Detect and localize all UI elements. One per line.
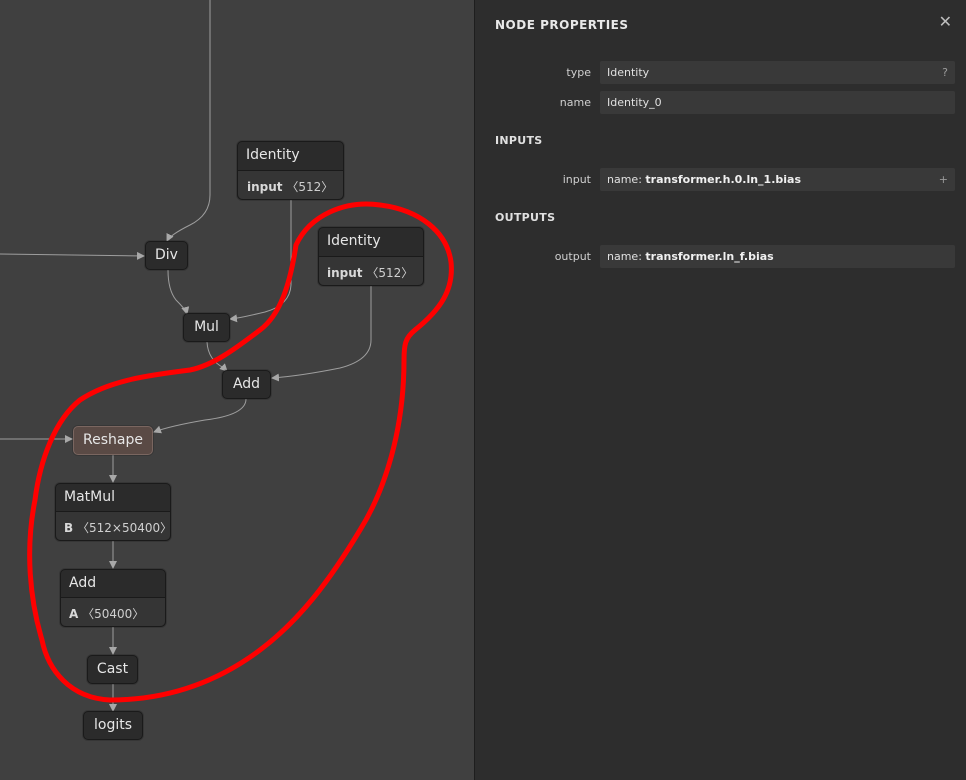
attribute-value: 〈512〉 xyxy=(366,266,414,280)
type-field: Identity ? xyxy=(600,61,955,84)
node-add-lower[interactable]: Add A 〈50400〉 xyxy=(60,569,166,627)
node-mul[interactable]: Mul xyxy=(183,313,230,342)
node-attribute: input 〈512〉 xyxy=(319,256,423,285)
attribute-name: A xyxy=(69,607,79,621)
name-field: Identity_0 xyxy=(600,91,955,114)
expand-icon[interactable]: + xyxy=(939,168,948,191)
node-title: Identity xyxy=(246,147,300,163)
node-reshape[interactable]: Reshape xyxy=(73,426,153,455)
panel-title: NODE PROPERTIES xyxy=(495,18,629,32)
node-title: Mul xyxy=(194,319,219,335)
output-label: output xyxy=(554,250,591,263)
edge-to-div-top xyxy=(166,0,211,242)
attribute-name: B xyxy=(64,521,74,535)
node-title: logits xyxy=(93,717,132,733)
node-title: Identity xyxy=(327,233,381,249)
node-attribute: A 〈50400〉 xyxy=(61,597,165,626)
node-add-upper[interactable]: Add xyxy=(222,370,271,399)
input-prefix: name: xyxy=(607,173,646,186)
node-title: MatMul xyxy=(64,489,115,505)
type-value: Identity xyxy=(607,66,650,79)
attribute-value: 〈50400〉 xyxy=(82,607,145,621)
edge-identity-b-to-add xyxy=(271,286,372,382)
node-title: Cast xyxy=(96,661,129,677)
node-matmul[interactable]: MatMul B 〈512×50400〉 xyxy=(55,483,173,541)
node-identity-top[interactable]: Identity input 〈512〉 xyxy=(237,141,344,200)
node-cast[interactable]: Cast xyxy=(87,655,138,684)
name-value: Identity_0 xyxy=(607,96,662,109)
node-attribute: B 〈512×50400〉 xyxy=(56,511,173,540)
output-field[interactable]: name: transformer.ln_f.bias xyxy=(600,245,955,268)
attribute-value: 〈512×50400〉 xyxy=(76,521,173,535)
type-help-button[interactable]: ? xyxy=(942,61,948,84)
attribute-value: 〈512〉 xyxy=(286,180,334,194)
node-identity-selected-ring[interactable]: Identity input 〈512〉 xyxy=(318,227,424,286)
edge-mul-to-add xyxy=(206,341,228,372)
node-div[interactable]: Div xyxy=(145,241,188,270)
input-value: transformer.h.0.ln_1.bias xyxy=(645,173,802,186)
type-label: type xyxy=(566,66,591,79)
node-title: Add xyxy=(232,376,261,392)
node-logits-output[interactable]: logits xyxy=(83,711,143,740)
node-attribute: input 〈512〉 xyxy=(238,170,343,199)
output-prefix: name: xyxy=(607,250,646,263)
edge-add-to-reshape xyxy=(153,398,247,434)
inputs-heading: INPUTS xyxy=(495,134,543,147)
node-properties-panel: NODE PROPERTIES ✕ type Identity ? name I… xyxy=(474,0,966,780)
graph-canvas[interactable]: Identity input 〈512〉 Div Identity input … xyxy=(0,0,474,780)
attribute-name: input xyxy=(327,266,363,280)
edge-div-to-mul xyxy=(167,269,190,315)
close-icon[interactable]: ✕ xyxy=(939,12,952,31)
outputs-heading: OUTPUTS xyxy=(495,211,556,224)
edge-identity-a-to-mul xyxy=(229,200,292,323)
node-title: Add xyxy=(69,575,97,591)
node-title: Div xyxy=(155,247,178,263)
input-label: input xyxy=(562,173,591,186)
name-label: name xyxy=(559,96,591,109)
edge-left-to-div xyxy=(0,251,145,260)
attribute-name: input xyxy=(247,180,283,194)
node-title: Reshape xyxy=(83,432,143,448)
output-value: transformer.ln_f.bias xyxy=(645,250,774,263)
input-field[interactable]: name: transformer.h.0.ln_1.bias + xyxy=(600,168,955,191)
